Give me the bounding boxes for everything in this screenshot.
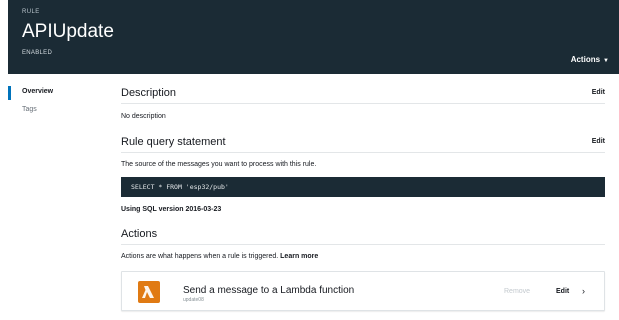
lambda-icon (138, 281, 160, 303)
description-heading: Description (121, 87, 177, 99)
description-section-header: Description Edit (121, 84, 605, 104)
description-text: No description (121, 113, 166, 120)
actions-intro-text: Actions are what happens when a rule is … (121, 253, 279, 260)
sql-query-block: SELECT * FROM 'esp32/pub' (121, 177, 605, 197)
action-card-lambda: Send a message to a Lambda function upda… (121, 271, 605, 311)
actions-section-header: Actions (121, 225, 605, 245)
rule-header: RULE APIUpdate ENABLED Actions ▼ (8, 0, 619, 74)
query-intro-text: The source of the messages you want to p… (121, 161, 317, 168)
header-kicker: RULE (22, 9, 40, 15)
chevron-right-icon[interactable]: › (582, 286, 585, 296)
sidebar-item-tags[interactable]: Tags (8, 104, 98, 122)
status-badge: ENABLED (22, 50, 53, 56)
main-content: Description Edit No description Rule que… (121, 84, 605, 311)
action-title: Send a message to a Lambda function (183, 285, 355, 296)
query-heading: Rule query statement (121, 136, 226, 148)
sidebar: Overview Tags (8, 86, 98, 122)
caret-down-icon: ▼ (603, 58, 609, 64)
edit-action-button[interactable]: Edit (556, 288, 569, 295)
page-title: APIUpdate (22, 21, 114, 42)
action-subtitle: update08 (183, 297, 204, 303)
remove-action-button[interactable]: Remove (504, 288, 530, 295)
actions-dropdown-button[interactable]: Actions ▼ (571, 55, 609, 64)
query-edit-button[interactable]: Edit (592, 138, 605, 145)
query-section-header: Rule query statement Edit (121, 133, 605, 153)
description-edit-button[interactable]: Edit (592, 89, 605, 96)
actions-intro: Actions are what happens when a rule is … (121, 253, 605, 260)
sidebar-item-overview[interactable]: Overview (8, 86, 98, 104)
learn-more-link[interactable]: Learn more (280, 253, 318, 260)
actions-heading: Actions (121, 228, 158, 240)
actions-label: Actions (570, 55, 601, 64)
sql-version-text: Using SQL version 2016-03-23 (121, 206, 222, 213)
